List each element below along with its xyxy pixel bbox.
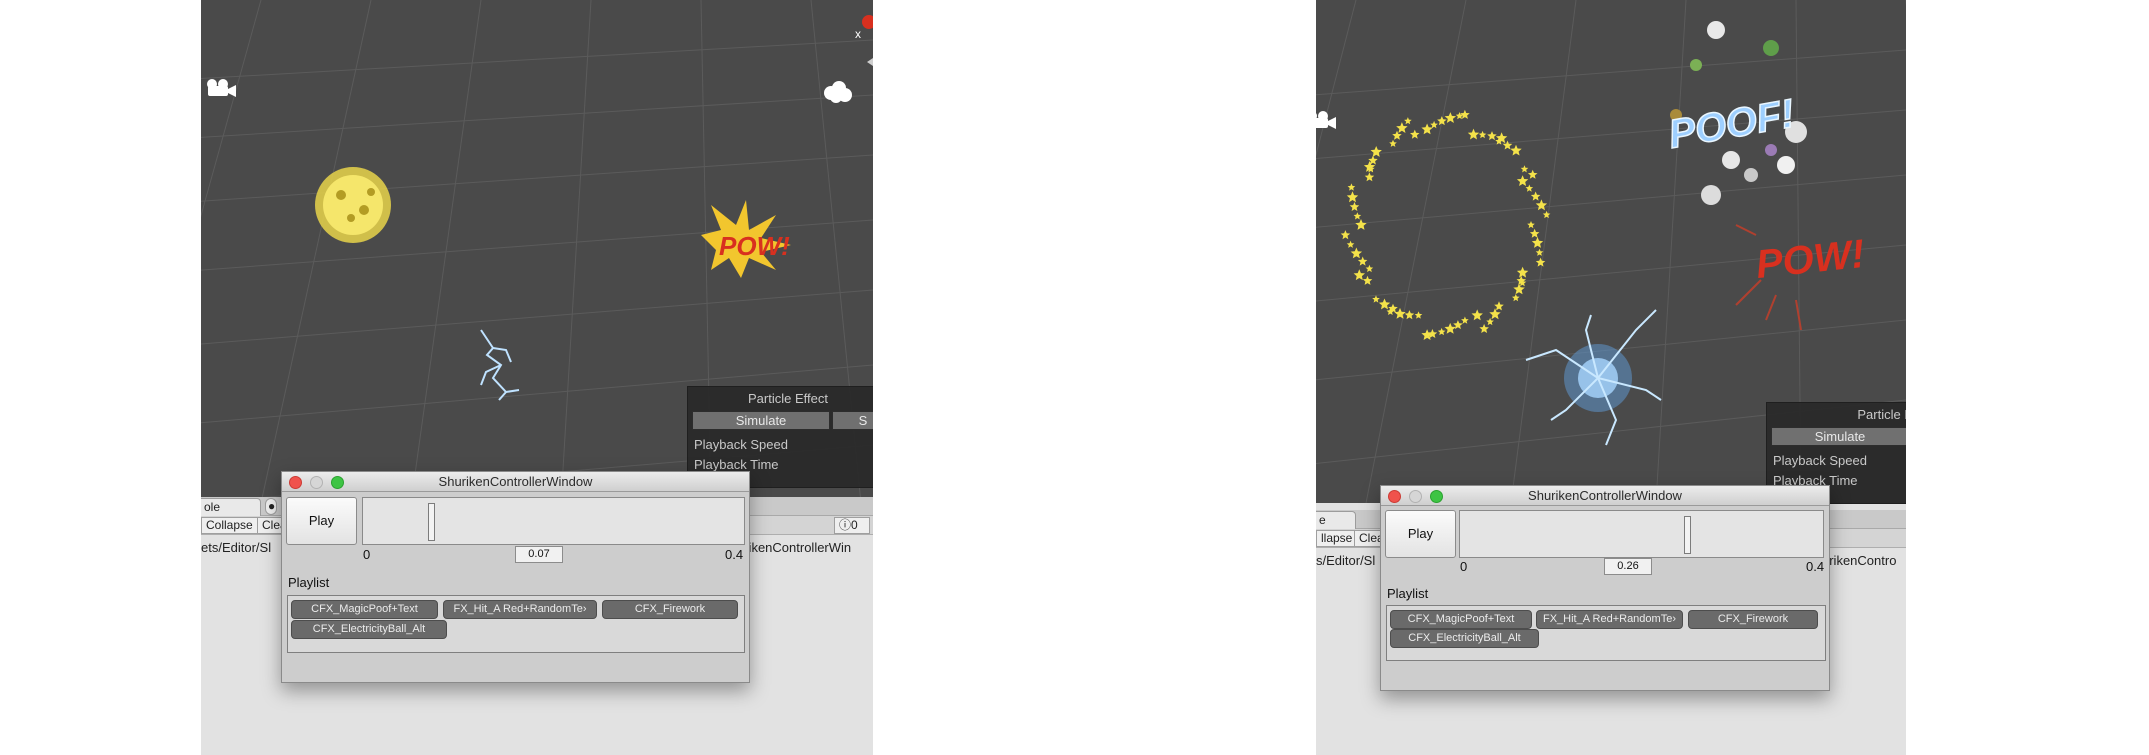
timeline-min-label: 0	[363, 547, 371, 562]
window-titlebar[interactable]: ShurikenControllerWindow	[282, 472, 749, 492]
file-path: s/Editor/Sl	[1316, 553, 1376, 568]
tab-console[interactable]: ole	[201, 498, 261, 516]
simulate-button[interactable]: Simulate	[692, 411, 830, 430]
timeline-max-label: 0.4	[1806, 559, 1825, 574]
playlist-label: Playlist	[1387, 586, 1429, 601]
collapse-button[interactable]: Collapse	[201, 517, 259, 534]
playlist-item[interactable]: CFX_MagicPoof+Text	[291, 600, 438, 619]
time-value-field[interactable]: 0.07	[515, 546, 563, 563]
shuriken-controller-window: ShurikenControllerWindow Play 0 0.07 0.4…	[281, 471, 750, 683]
shuriken-controller-window: ShurikenControllerWindow Play 0 0.26 0.4…	[1380, 485, 1830, 691]
error-count: 0	[851, 518, 858, 532]
left-screenshot: POW! x Particle Effect Simulate S Playba…	[201, 0, 873, 755]
tab-console[interactable]: e	[1316, 511, 1356, 529]
playback-speed-label: Playback Speed	[1773, 453, 1867, 468]
playlist-item[interactable]: FX_Hit_A Red+RandomTe›	[443, 600, 597, 619]
pow-text: POW!	[719, 231, 790, 261]
play-button[interactable]: Play	[1385, 510, 1456, 558]
playlist-item[interactable]: CFX_ElectricityBall_Alt	[291, 620, 447, 639]
timeline-max-label: 0.4	[725, 547, 744, 562]
particle-effect-title: Particle Effect	[748, 391, 828, 406]
playback-time-label: Playback Time	[694, 457, 779, 472]
playlist: CFX_MagicPoof+Text FX_Hit_A Red+RandomTe…	[1386, 605, 1826, 661]
window-name-behind: urikenContro	[1822, 553, 1897, 568]
time-value-field[interactable]: 0.26	[1604, 558, 1652, 575]
playback-speed-label: Playback Speed	[694, 437, 788, 452]
playlist-label: Playlist	[288, 575, 330, 590]
playlist-item[interactable]: CFX_MagicPoof+Text	[1390, 610, 1532, 629]
playlist-item[interactable]: CFX_ElectricityBall_Alt	[1390, 629, 1539, 648]
timeline-slider[interactable]	[1459, 510, 1824, 558]
playlist-item[interactable]: FX_Hit_A Red+RandomTe›	[1536, 610, 1683, 629]
window-titlebar[interactable]: ShurikenControllerWindow	[1381, 486, 1829, 506]
info-icon: ●	[265, 498, 277, 515]
particle-effect-title: Particle Ef	[1857, 407, 1906, 422]
playlist-item[interactable]: CFX_Firework	[602, 600, 738, 619]
simulate-button[interactable]: Simulate	[1771, 427, 1906, 446]
play-button[interactable]: Play	[286, 497, 357, 545]
timeline-handle[interactable]	[428, 503, 435, 541]
file-path: ets/Editor/Sl	[201, 540, 272, 555]
playlist: CFX_MagicPoof+Text FX_Hit_A Red+RandomTe…	[287, 595, 745, 653]
collapse-button[interactable]: llapse	[1316, 530, 1356, 547]
right-screenshot: POOF! POW! Particle Ef Simulate Playback…	[1316, 0, 1906, 755]
timeline-min-label: 0	[1460, 559, 1468, 574]
window-title: ShurikenControllerWindow	[438, 474, 593, 489]
gizmo-x-label: x	[855, 27, 861, 41]
firework-particle	[315, 167, 391, 243]
info-icon: ⓘ	[839, 518, 852, 532]
timeline-handle[interactable]	[1684, 516, 1691, 554]
window-name-behind: urikenControllerWin	[737, 540, 852, 555]
timeline-slider[interactable]	[362, 497, 745, 545]
error-counter[interactable]: ⓘ0	[834, 517, 870, 534]
stop-button[interactable]: S	[832, 411, 873, 430]
playlist-item[interactable]: CFX_Firework	[1688, 610, 1818, 629]
window-title: ShurikenControllerWindow	[1528, 488, 1682, 503]
